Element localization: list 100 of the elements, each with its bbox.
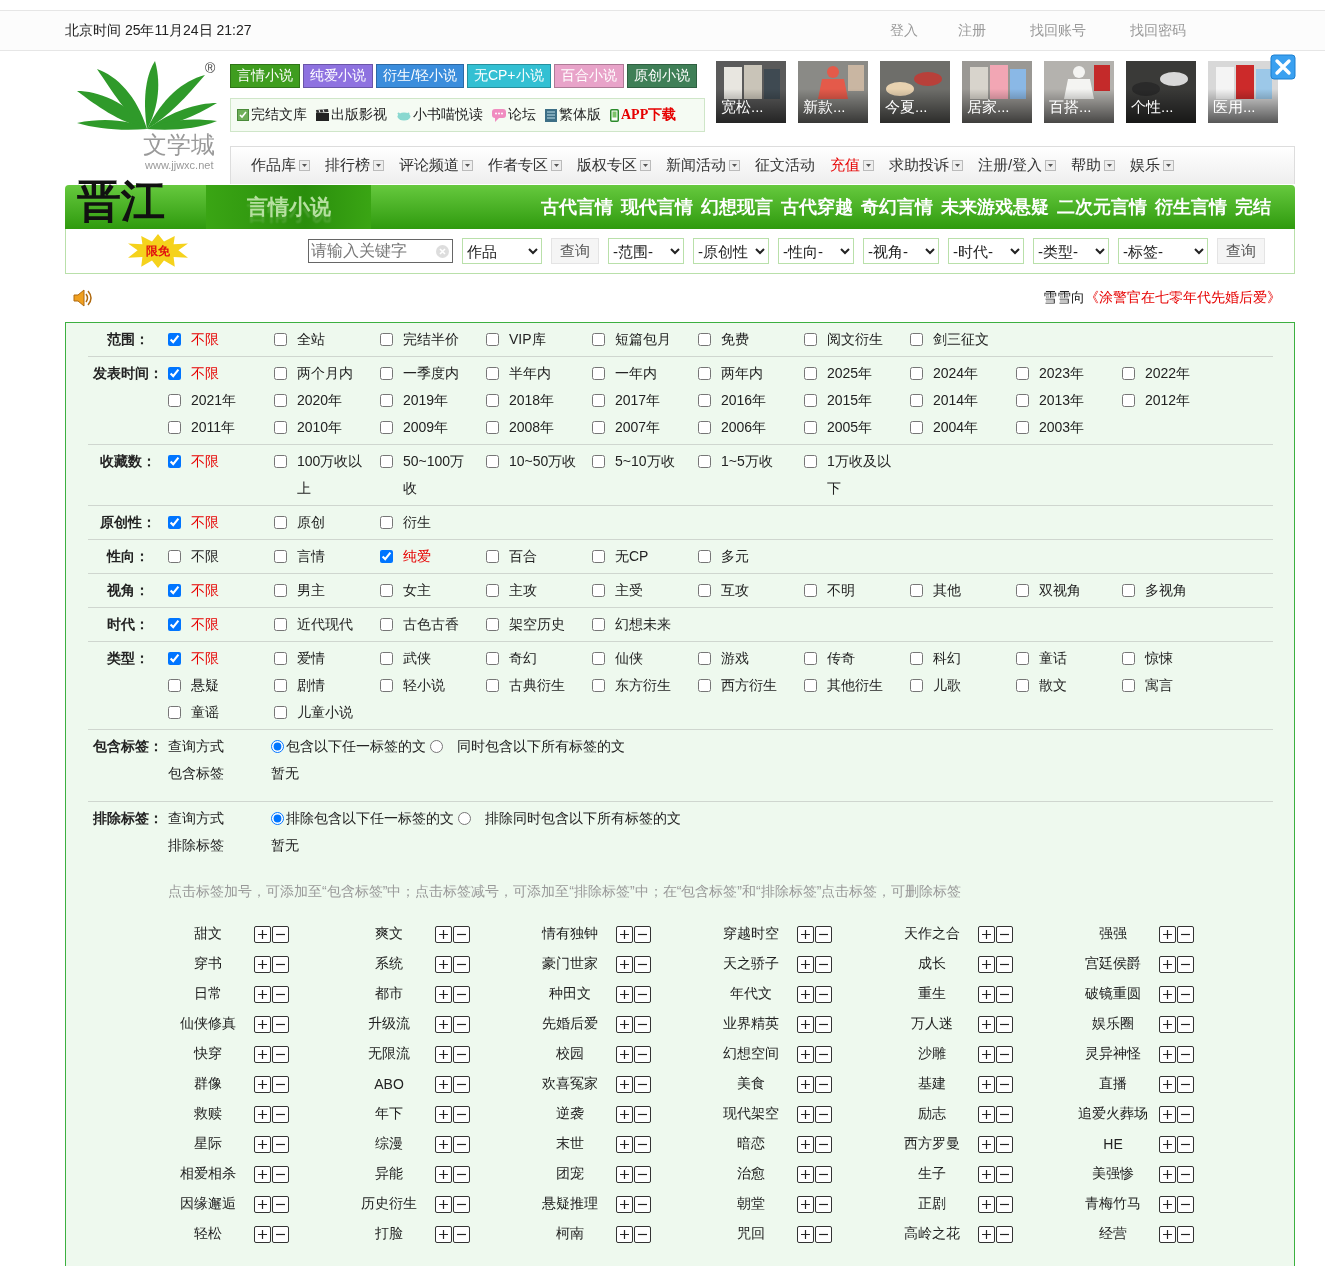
tag-name[interactable]: 业界精英 (711, 1015, 791, 1033)
add-tag-button[interactable] (1159, 1015, 1176, 1033)
exclude-tag-button[interactable] (453, 955, 470, 973)
exclude-tag-button[interactable] (634, 1105, 651, 1123)
checkbox[interactable] (698, 652, 711, 665)
tag-name[interactable]: 穿越时空 (711, 925, 791, 943)
tag-name[interactable]: 娱乐圈 (1073, 1015, 1153, 1033)
nav-item[interactable]: 新闻活动 (666, 156, 740, 175)
add-tag-button[interactable] (797, 1135, 814, 1153)
checkbox[interactable] (486, 394, 499, 407)
add-tag-button[interactable] (1159, 1135, 1176, 1153)
exclude-tag-button[interactable] (996, 1105, 1013, 1123)
exclude-tag-button[interactable] (634, 985, 651, 1003)
tag-name[interactable]: 轻松 (168, 1225, 248, 1243)
checkbox[interactable] (804, 652, 817, 665)
add-tag-button[interactable] (435, 1225, 452, 1243)
add-tag-button[interactable] (797, 1105, 814, 1123)
tag-name[interactable]: 破镜重圆 (1073, 985, 1153, 1003)
channel-button[interactable]: 纯爱小说 (303, 64, 373, 88)
add-tag-button[interactable] (435, 925, 452, 943)
checkbox[interactable] (380, 584, 393, 597)
tag-name[interactable]: 种田文 (530, 985, 610, 1003)
tag-name[interactable]: 仙侠修真 (168, 1015, 248, 1033)
exclude-tag-button[interactable] (815, 1195, 832, 1213)
add-tag-button[interactable] (435, 1105, 452, 1123)
checkbox[interactable] (910, 584, 923, 597)
checkbox[interactable] (380, 367, 393, 380)
close-icon[interactable] (1270, 54, 1296, 80)
add-tag-button[interactable] (797, 1045, 814, 1063)
add-tag-button[interactable] (978, 1135, 995, 1153)
add-tag-button[interactable] (1159, 1075, 1176, 1093)
checkbox[interactable] (910, 333, 923, 346)
exclude-tag-button[interactable] (272, 1075, 289, 1093)
tag-name[interactable]: 年代文 (711, 985, 791, 1003)
tag-name[interactable]: 青梅竹马 (1073, 1195, 1153, 1213)
radio-button[interactable] (271, 740, 284, 753)
add-tag-button[interactable] (616, 1045, 633, 1063)
checkbox[interactable] (274, 584, 287, 597)
add-tag-button[interactable] (435, 1135, 452, 1153)
exclude-tag-button[interactable] (1177, 1105, 1194, 1123)
tag-name[interactable]: 年下 (349, 1105, 429, 1123)
tag-name[interactable]: 治愈 (711, 1165, 791, 1183)
checkbox[interactable] (910, 394, 923, 407)
checkbox[interactable] (804, 455, 817, 468)
tag-name[interactable]: 天之骄子 (711, 955, 791, 973)
checkbox[interactable] (380, 455, 393, 468)
exclude-tag-button[interactable] (996, 1225, 1013, 1243)
checkbox[interactable] (486, 367, 499, 380)
checkbox[interactable] (910, 367, 923, 380)
tag-name[interactable]: 沙雕 (892, 1045, 972, 1063)
checkbox[interactable] (168, 455, 181, 468)
search-button[interactable]: 查询 (1217, 238, 1265, 264)
tag-name[interactable]: 美食 (711, 1075, 791, 1093)
exclude-tag-button[interactable] (815, 1015, 832, 1033)
add-tag-button[interactable] (254, 1045, 271, 1063)
nav-item[interactable]: 征文活动 (755, 156, 815, 175)
filter-dropdown[interactable]: -视角- (863, 238, 939, 264)
exclude-tag-button[interactable] (815, 925, 832, 943)
search-field[interactable]: 请输入关键字 (308, 239, 453, 263)
add-tag-button[interactable] (978, 1105, 995, 1123)
exclude-tag-button[interactable] (634, 1165, 651, 1183)
checkbox[interactable] (592, 618, 605, 631)
tag-name[interactable]: 强强 (1073, 925, 1153, 943)
exclude-tag-button[interactable] (272, 1195, 289, 1213)
nav-item[interactable]: 娱乐 (1130, 156, 1175, 175)
exclude-tag-button[interactable] (1177, 1015, 1194, 1033)
exclude-tag-button[interactable] (996, 1015, 1013, 1033)
add-tag-button[interactable] (616, 1135, 633, 1153)
nav-item[interactable]: 评论频道 (399, 156, 473, 175)
checkbox[interactable] (168, 584, 181, 597)
add-tag-button[interactable] (1159, 1165, 1176, 1183)
add-tag-button[interactable] (616, 985, 633, 1003)
exclude-tag-button[interactable] (1177, 1045, 1194, 1063)
add-tag-button[interactable] (978, 1075, 995, 1093)
checkbox[interactable] (910, 421, 923, 434)
quick-link[interactable]: 出版影视 (316, 106, 387, 124)
checkbox[interactable] (592, 333, 605, 346)
exclude-tag-button[interactable] (634, 925, 651, 943)
tag-name[interactable]: 柯南 (530, 1225, 610, 1243)
search-button[interactable]: 查询 (551, 238, 599, 264)
exclude-tag-button[interactable] (453, 925, 470, 943)
checkbox[interactable] (168, 706, 181, 719)
exclude-tag-button[interactable] (634, 1015, 651, 1033)
tag-name[interactable]: HE (1073, 1136, 1153, 1152)
ad-caption[interactable]: 居家... (967, 98, 1010, 117)
checkbox[interactable] (910, 652, 923, 665)
add-tag-button[interactable] (254, 1015, 271, 1033)
checkbox[interactable] (698, 679, 711, 692)
tag-name[interactable]: 综漫 (349, 1135, 429, 1153)
checkbox[interactable] (1016, 394, 1029, 407)
add-tag-button[interactable] (797, 1075, 814, 1093)
add-tag-button[interactable] (254, 1225, 271, 1243)
checkbox[interactable] (274, 618, 287, 631)
checkbox[interactable] (168, 394, 181, 407)
tag-name[interactable]: 悬疑推理 (530, 1195, 610, 1213)
exclude-tag-button[interactable] (815, 1105, 832, 1123)
scope-dropdown[interactable]: 作品 (462, 238, 542, 264)
channel-button[interactable]: 原创小说 (626, 64, 697, 88)
add-tag-button[interactable] (797, 985, 814, 1003)
quick-link[interactable]: 论坛 (492, 106, 536, 124)
